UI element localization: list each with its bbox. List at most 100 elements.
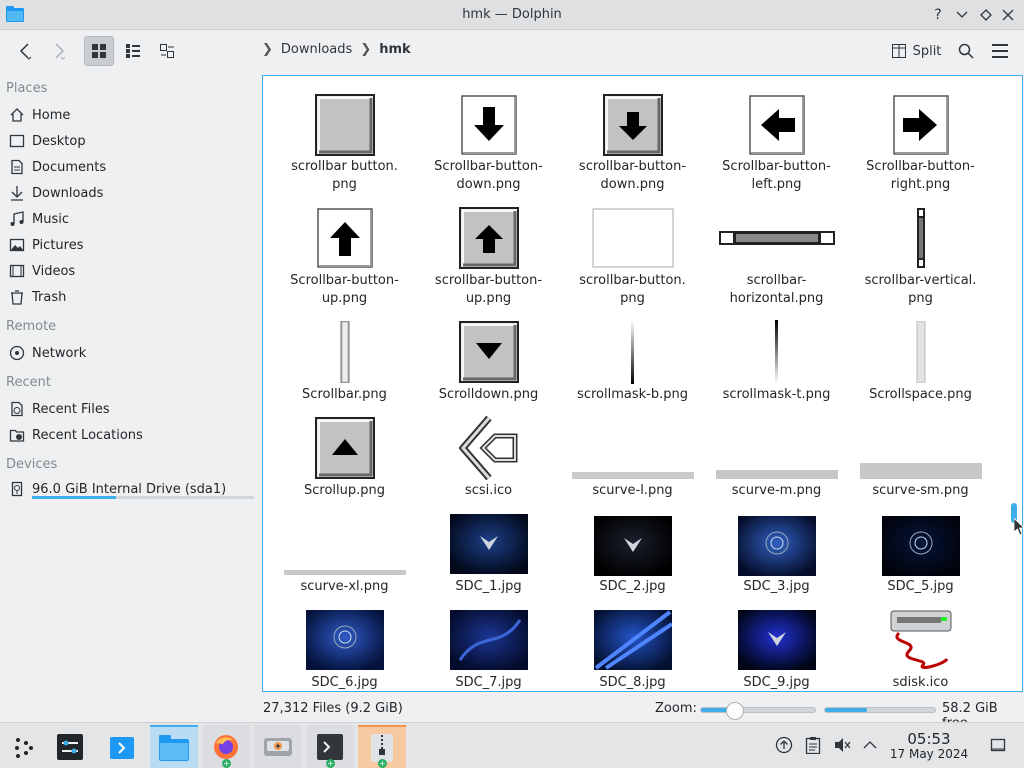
search-button[interactable] xyxy=(952,36,980,66)
file-thumbnail xyxy=(273,94,416,156)
home-icon xyxy=(8,106,26,124)
file-name: scrollbar-vertical. png xyxy=(864,273,977,306)
disk-usage-bar xyxy=(824,707,936,713)
sidebar-item-documents[interactable]: Documents xyxy=(8,155,256,179)
store-icon xyxy=(110,737,134,759)
file-name: Scrollbar-button- up.png xyxy=(290,273,399,306)
file-thumbnail xyxy=(705,608,848,672)
recent-files-icon xyxy=(8,400,26,418)
network-icon xyxy=(8,344,26,362)
add-badge-icon: + xyxy=(378,759,387,768)
digital-clock[interactable]: 05:53 17 May 2024 xyxy=(884,731,974,761)
pictures-icon xyxy=(8,236,26,254)
file-name: SDC_1.jpg xyxy=(455,579,522,594)
sidebar-item-home[interactable]: Home xyxy=(8,103,256,127)
sidebar-item-desktop[interactable]: Desktop xyxy=(8,129,256,153)
close-icon[interactable] xyxy=(998,5,1018,25)
file-thumbnail xyxy=(561,206,704,270)
volume-muted-tray-icon[interactable] xyxy=(832,735,852,755)
breadcrumb: ❯ Downloads ❯ hmk xyxy=(262,42,411,57)
sidebar-item-downloads[interactable]: Downloads xyxy=(8,181,256,205)
videos-icon xyxy=(8,262,26,280)
help-icon[interactable]: ? xyxy=(928,5,948,25)
trash-icon xyxy=(8,288,26,306)
hamburger-menu-button[interactable] xyxy=(986,36,1014,66)
sidebar-item-music[interactable]: Music xyxy=(8,207,256,231)
taskbar: + + + 05:53 17 May 2024 xyxy=(0,722,1024,768)
drive-usage-bar xyxy=(32,496,254,499)
file-name: scurve-sm.png xyxy=(872,483,969,498)
updates-tray-icon[interactable] xyxy=(774,735,794,755)
breadcrumb-hmk[interactable]: hmk xyxy=(379,42,410,57)
disk-usage-task[interactable] xyxy=(254,725,302,768)
file-name: scsi.ico xyxy=(464,483,513,498)
vertical-scrollbar[interactable] xyxy=(1004,75,1022,692)
toolbar: ❯ Downloads ❯ hmk Split xyxy=(0,30,1024,72)
show-hidden-tray-icon[interactable] xyxy=(860,735,880,755)
split-button[interactable]: Split xyxy=(886,36,946,66)
system-settings-task[interactable] xyxy=(46,725,94,768)
file-name: SDC_2.jpg xyxy=(599,579,666,594)
documents-icon xyxy=(8,158,26,176)
add-badge-icon: + xyxy=(326,759,335,768)
sidebar-item-recent-locations[interactable]: Recent Locations xyxy=(8,423,256,447)
file-name: Scrollbar-button- down.png xyxy=(434,159,543,192)
app-launcher-button[interactable] xyxy=(0,725,48,768)
file-thumbnail xyxy=(417,608,560,672)
breadcrumb-downloads[interactable]: Downloads xyxy=(281,42,352,57)
maximize-icon[interactable] xyxy=(976,5,996,25)
file-thumbnail xyxy=(561,320,704,384)
sidebar-item-pictures[interactable]: Pictures xyxy=(8,233,256,257)
zoom-slider-handle[interactable] xyxy=(726,702,745,720)
file-name: SDC_3.jpg xyxy=(743,579,810,594)
firefox-icon xyxy=(214,735,238,759)
sidebar-item-network[interactable]: Network xyxy=(8,341,256,365)
file-name: Scrollbar.png xyxy=(302,387,387,402)
desktop-icon xyxy=(8,132,26,150)
file-thumbnail xyxy=(849,608,992,672)
section-devices: Devices xyxy=(6,457,58,472)
partial-label xyxy=(751,76,785,78)
zoom-slider[interactable] xyxy=(700,702,816,720)
file-thumbnail xyxy=(417,512,560,576)
forward-button[interactable] xyxy=(44,36,74,66)
chevron-right-icon: ❯ xyxy=(262,42,273,57)
clipboard-tray-icon[interactable] xyxy=(803,735,823,755)
compact-view-button[interactable] xyxy=(118,36,148,66)
file-thumbnail xyxy=(561,512,704,576)
file-thumbnail xyxy=(849,94,992,156)
split-label: Split xyxy=(912,43,942,59)
file-thumbnail xyxy=(273,512,416,576)
back-button[interactable] xyxy=(10,36,40,66)
minimize-icon[interactable] xyxy=(952,5,972,25)
file-name: Scrolldown.png xyxy=(438,387,539,402)
file-name: Scrollbar-button- left.png xyxy=(722,159,831,192)
split-icon xyxy=(891,44,906,58)
sidebar-item-trash[interactable]: Trash xyxy=(8,285,256,309)
firefox-task[interactable]: + xyxy=(202,725,250,768)
file-thumbnail xyxy=(273,416,416,480)
terminal-icon xyxy=(317,734,343,760)
file-thumbnail xyxy=(561,416,704,480)
file-name: SDC_6.jpg xyxy=(311,675,378,690)
file-thumbnail xyxy=(273,608,416,672)
file-thumbnail xyxy=(849,206,992,270)
icons-view-button[interactable] xyxy=(84,36,114,66)
dolphin-task[interactable] xyxy=(150,725,198,768)
details-view-button[interactable] xyxy=(152,36,182,66)
section-remote: Remote xyxy=(6,319,57,334)
show-desktop-icon[interactable] xyxy=(988,735,1008,755)
sidebar-item-videos[interactable]: Videos xyxy=(8,259,256,283)
add-badge-icon: + xyxy=(222,759,231,768)
sidebar-item-recent-files[interactable]: Recent Files xyxy=(8,397,256,421)
file-name: scrollbar-button. png xyxy=(579,273,686,306)
discover-task[interactable] xyxy=(98,725,146,768)
file-thumbnail xyxy=(705,512,848,576)
file-icon-view[interactable]: scrollbar button. png Scrollbar-button- d… xyxy=(262,75,1023,692)
section-recent: Recent xyxy=(6,375,51,390)
file-thumbnail xyxy=(273,320,416,384)
konsole-task[interactable]: + xyxy=(306,725,354,768)
file-name: scurve-l.png xyxy=(592,483,673,498)
archive-manager-task[interactable]: + xyxy=(358,725,406,768)
disk-usage-fill xyxy=(825,708,867,712)
